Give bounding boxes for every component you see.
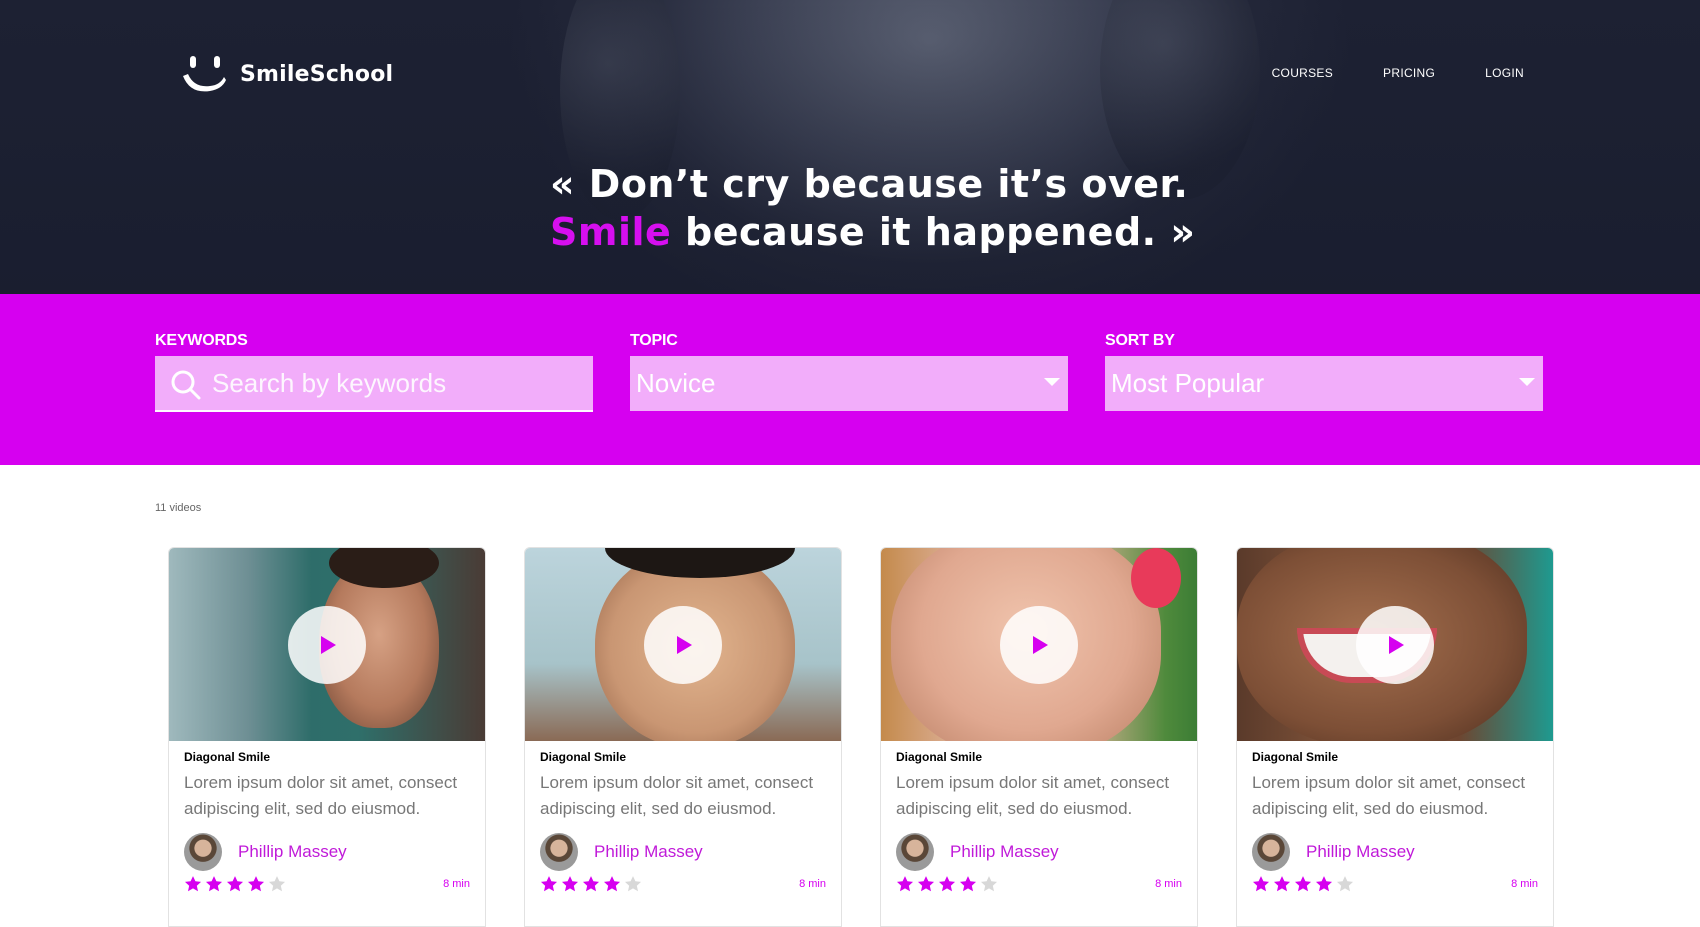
video-thumbnail[interactable] xyxy=(169,548,485,741)
hero-banner: SmileSchool COURSES PRICING LOGIN « Don’… xyxy=(0,0,1700,294)
video-card[interactable]: Diagonal Smile Lorem ipsum dolor sit ame… xyxy=(1236,547,1554,927)
nav-pricing[interactable]: PRICING xyxy=(1383,66,1435,80)
nav-login[interactable]: LOGIN xyxy=(1485,66,1524,80)
play-icon xyxy=(321,635,336,654)
brand-name: SmileSchool xyxy=(240,61,394,87)
video-card[interactable]: Diagonal Smile Lorem ipsum dolor sit ame… xyxy=(880,547,1198,927)
chevron-down-icon xyxy=(1044,378,1060,386)
video-thumbnail[interactable] xyxy=(881,548,1197,741)
topic-value: Novice xyxy=(636,368,716,398)
star-filled-icon xyxy=(540,876,558,892)
author-name: Phillip Massey xyxy=(950,842,1059,861)
star-filled-icon xyxy=(184,876,202,892)
author-name: Phillip Massey xyxy=(238,842,347,861)
sort-value: Most Popular xyxy=(1111,368,1265,398)
star-filled-icon xyxy=(1294,876,1312,892)
avatar xyxy=(184,833,222,871)
keywords-label: KEYWORDS xyxy=(155,332,248,349)
author-name: Phillip Massey xyxy=(594,842,703,861)
play-button[interactable] xyxy=(644,605,722,684)
video-thumbnail[interactable] xyxy=(1237,548,1553,741)
quote-line-2: Smile because it happened. » xyxy=(550,208,1195,256)
topic-select[interactable]: Novice xyxy=(630,356,1068,411)
star-filled-icon xyxy=(226,876,244,892)
star-filled-icon xyxy=(247,876,265,892)
video-duration: 8 min xyxy=(443,878,470,890)
video-title: Diagonal Smile xyxy=(540,750,627,764)
sort-filter: SORT BY Most Popular xyxy=(1105,332,1543,411)
search-icon xyxy=(171,370,201,400)
play-button[interactable] xyxy=(1356,605,1434,684)
video-duration: 8 min xyxy=(1155,878,1182,890)
video-description: Lorem ipsum dolor sit amet, consect adip… xyxy=(184,773,458,818)
play-button[interactable] xyxy=(1000,605,1078,684)
avatar xyxy=(896,833,934,871)
star-filled-icon xyxy=(603,876,621,892)
video-title: Diagonal Smile xyxy=(1252,750,1339,764)
star-filled-icon xyxy=(561,876,579,892)
star-filled-icon xyxy=(205,876,223,892)
video-count: 11 videos xyxy=(155,502,202,514)
star-rating xyxy=(1252,875,1354,893)
avatar xyxy=(540,833,578,871)
star-filled-icon xyxy=(959,876,977,892)
video-thumbnail[interactable] xyxy=(525,548,841,741)
star-filled-icon xyxy=(917,876,935,892)
video-author[interactable]: Phillip Massey xyxy=(540,833,703,871)
filter-bar: KEYWORDS Search by keywords TOPIC Novice… xyxy=(0,294,1700,465)
star-filled-icon xyxy=(1273,876,1291,892)
smile-logo-icon xyxy=(183,56,226,92)
video-description: Lorem ipsum dolor sit amet, consect adip… xyxy=(1252,773,1526,818)
keywords-placeholder: Search by keywords xyxy=(212,367,447,398)
play-button[interactable] xyxy=(288,605,366,684)
hero-quote: « Don’t cry because it’s over. Smile bec… xyxy=(550,160,1195,256)
star-empty-icon xyxy=(624,876,642,892)
thumbnail-flower xyxy=(1131,548,1181,608)
video-author[interactable]: Phillip Massey xyxy=(896,833,1059,871)
star-filled-icon xyxy=(938,876,956,892)
sort-select[interactable]: Most Popular xyxy=(1105,356,1543,411)
nav-courses[interactable]: COURSES xyxy=(1272,66,1333,80)
star-empty-icon xyxy=(268,876,286,892)
brand-logo[interactable]: SmileSchool xyxy=(180,54,393,94)
topic-filter: TOPIC Novice xyxy=(630,332,1068,411)
star-filled-icon xyxy=(1252,876,1270,892)
video-card[interactable]: Diagonal Smile Lorem ipsum dolor sit ame… xyxy=(524,547,842,927)
video-author[interactable]: Phillip Massey xyxy=(184,833,347,871)
topic-label: TOPIC xyxy=(630,332,678,349)
keywords-search-input[interactable]: Search by keywords xyxy=(155,356,593,412)
video-description: Lorem ipsum dolor sit amet, consect adip… xyxy=(896,773,1170,818)
video-duration: 8 min xyxy=(799,878,826,890)
play-icon xyxy=(1389,635,1404,654)
quote-line-2-rest: because it happened. » xyxy=(671,210,1196,254)
star-rating xyxy=(540,875,642,893)
star-empty-icon xyxy=(1336,876,1354,892)
star-filled-icon xyxy=(896,876,914,892)
video-title: Diagonal Smile xyxy=(896,750,983,764)
quote-accent-word: Smile xyxy=(550,210,672,254)
star-empty-icon xyxy=(980,876,998,892)
video-title: Diagonal Smile xyxy=(184,750,271,764)
star-filled-icon xyxy=(1315,876,1333,892)
video-duration: 8 min xyxy=(1511,878,1538,890)
play-icon xyxy=(1033,635,1048,654)
avatar xyxy=(1252,833,1290,871)
top-nav: COURSES PRICING LOGIN xyxy=(1272,66,1524,80)
play-icon xyxy=(677,635,692,654)
star-filled-icon xyxy=(582,876,600,892)
star-rating xyxy=(184,875,286,893)
sort-label: SORT BY xyxy=(1105,332,1175,349)
video-description: Lorem ipsum dolor sit amet, consect adip… xyxy=(540,773,814,818)
chevron-down-icon xyxy=(1519,378,1535,386)
star-rating xyxy=(896,875,998,893)
video-card[interactable]: Diagonal Smile Lorem ipsum dolor sit ame… xyxy=(168,547,486,927)
quote-line-1: « Don’t cry because it’s over. xyxy=(550,162,1189,206)
video-author[interactable]: Phillip Massey xyxy=(1252,833,1415,871)
keywords-filter: KEYWORDS Search by keywords xyxy=(155,332,593,412)
author-name: Phillip Massey xyxy=(1306,842,1415,861)
